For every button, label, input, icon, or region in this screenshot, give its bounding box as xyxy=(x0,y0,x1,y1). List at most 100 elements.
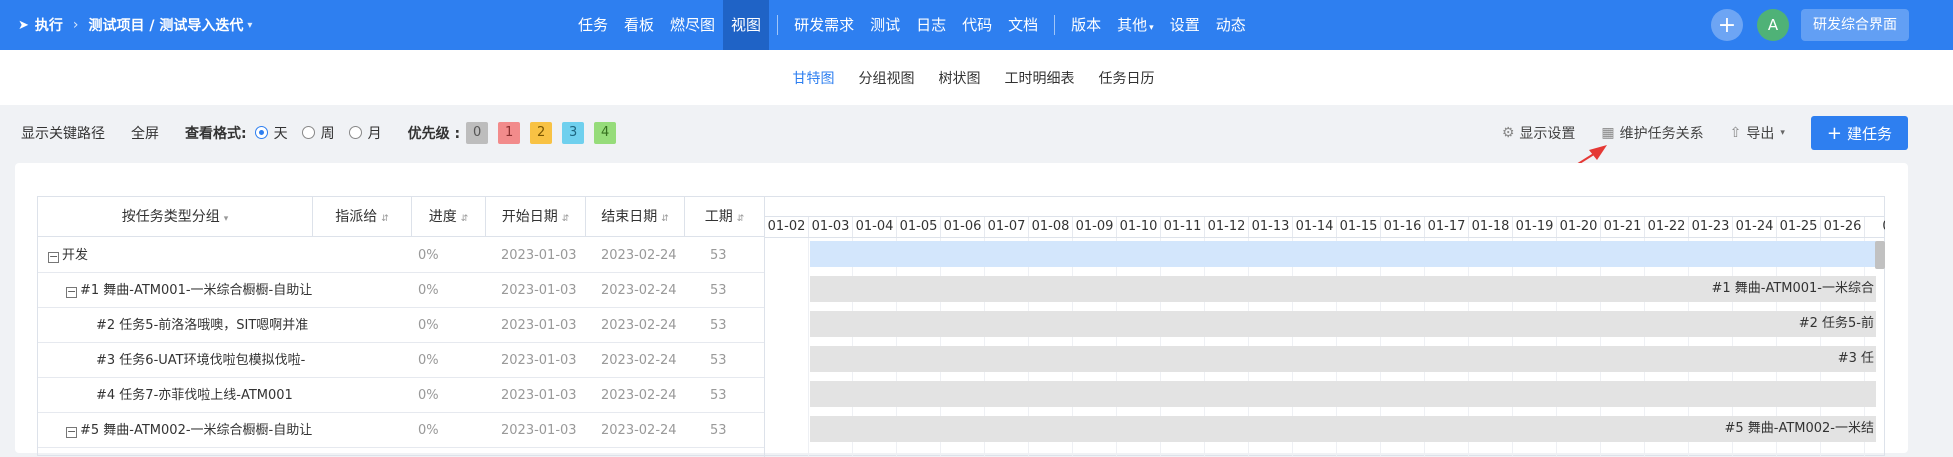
nav-settings[interactable]: 设置 xyxy=(1162,0,1208,50)
row-end: 2023-02-24 xyxy=(601,353,677,368)
export-button[interactable]: ⇧ 导出 ▾ xyxy=(1730,123,1785,143)
view-subnav: 甘特图 分组视图 树状图 工时明细表 任务日历 xyxy=(0,50,1953,105)
nav-other[interactable]: 其他 ▾ xyxy=(1109,0,1162,50)
gantt-bar-task[interactable]: #2 任务5-前 xyxy=(810,311,1876,337)
collapse-icon[interactable]: − xyxy=(48,251,59,263)
header-assignee[interactable]: 指派给 ⇵ xyxy=(313,197,412,237)
main-nav: 任务 看板 燃尽图 视图 研发需求 测试 日志 代码 文档 版本 其他 ▾ 设置 … xyxy=(570,0,1254,50)
collapse-icon[interactable]: − xyxy=(66,426,77,438)
gantt-day-label: 01-16 xyxy=(1381,217,1425,237)
row-progress: 0% xyxy=(418,318,439,333)
header-group-by[interactable]: 按任务类型分组 ▾ xyxy=(38,197,313,237)
collapse-icon[interactable]: − xyxy=(66,286,77,298)
run-label[interactable]: 执行 xyxy=(35,15,63,35)
new-task-button[interactable]: + 建任务 xyxy=(1810,116,1908,150)
gantt-grid: 按任务类型分组 ▾ 指派给 ⇵ 进度 ⇵ 开始日期 ⇵ 结束日期 ⇵ 工期 ⇵ − 开发 0%… xyxy=(37,196,1885,457)
plus-icon: + xyxy=(1826,122,1842,144)
row-start: 2023-01-03 xyxy=(501,423,577,438)
gantt-day-label: 01-05 xyxy=(897,217,941,237)
sort-icon: ⇵ xyxy=(661,214,669,224)
maintain-relations-button[interactable]: ▦ 维护任务关系 xyxy=(1601,123,1703,143)
priority-2-badge[interactable]: 2 xyxy=(530,121,553,144)
gantt-day-label: 01-09 xyxy=(1073,217,1117,237)
header-progress[interactable]: 进度 ⇵ xyxy=(412,197,486,237)
dev-dashboard-button[interactable]: 研发综合界面 xyxy=(1801,9,1909,41)
row-progress: 0% xyxy=(418,423,439,438)
nav-tasks[interactable]: 任务 xyxy=(570,0,616,50)
header-duration[interactable]: 工期 ⇵ xyxy=(685,197,764,237)
row-duration: 53 xyxy=(710,283,727,298)
radio-unchecked-icon xyxy=(348,126,362,139)
gantt-card: 按任务类型分组 ▾ 指派给 ⇵ 进度 ⇵ 开始日期 ⇵ 结束日期 ⇵ 工期 ⇵ − 开发 0%… xyxy=(15,163,1908,457)
priority-4-badge[interactable]: 4 xyxy=(594,121,617,144)
gantt-bar-task[interactable]: #3 任 xyxy=(810,346,1876,372)
radio-unchecked-icon xyxy=(301,126,315,139)
gantt-bar-task[interactable]: #1 舞曲-ATM001-一米综合 xyxy=(810,276,1876,302)
gantt-bar-task[interactable]: #5 舞曲-ATM002-一米结 xyxy=(810,416,1876,442)
project-breadcrumb: ➤ 执行 › 测试项目 / 测试导入迭代 ▾ xyxy=(18,0,252,50)
sort-icon: ⇵ xyxy=(561,214,570,224)
gantt-day-label: 01-14 xyxy=(1293,217,1337,237)
fullscreen-button[interactable]: 全屏 xyxy=(131,123,159,143)
create-plus-button[interactable]: + xyxy=(1711,9,1743,41)
nav-view[interactable]: 视图 xyxy=(723,0,770,50)
row-name: #3 任务6-UAT环境伐啦包模拟伐啦- xyxy=(96,353,306,368)
chevron-down-icon: ▾ xyxy=(1780,128,1785,138)
iteration-selector[interactable]: 测试项目 / 测试导入迭代 xyxy=(89,15,244,35)
sort-icon: ⇵ xyxy=(736,214,745,224)
row-name-cell: − #1 舞曲-ATM001-一米综合橱橱-自助让 xyxy=(66,273,314,308)
format-week-radio[interactable]: 周 xyxy=(301,123,335,143)
tab-group-view[interactable]: 分组视图 xyxy=(859,68,915,88)
row-end: 2023-02-24 xyxy=(601,318,677,333)
nav-version[interactable]: 版本 xyxy=(1063,0,1109,50)
row-duration: 53 xyxy=(710,318,727,333)
tab-gantt[interactable]: 甘特图 xyxy=(793,68,835,88)
header-start-date[interactable]: 开始日期 ⇵ xyxy=(486,197,586,237)
gantt-toolbar: 显示关键路径 全屏 查看格式: 天 周 月 优先级 : 0 1 2 3 4 ⚙ 显… xyxy=(0,105,1953,160)
row-end: 2023-02-24 xyxy=(601,248,677,263)
gantt-chart[interactable]: 01-02 01-03 01-04 01-05 01-06 01-07 01-08 01-09… xyxy=(764,197,1885,457)
gantt-day-label: 01-19 xyxy=(1513,217,1557,237)
critical-path-toggle[interactable]: 显示关键路径 xyxy=(21,123,105,143)
gantt-bar-task[interactable] xyxy=(810,381,1876,407)
gear-icon: ⚙ xyxy=(1501,125,1515,141)
nav-code[interactable]: 代码 xyxy=(954,0,1000,50)
tab-tree-view[interactable]: 树状图 xyxy=(939,68,981,88)
format-day-radio[interactable]: 天 xyxy=(254,123,288,143)
nav-test[interactable]: 测试 xyxy=(862,0,908,50)
radio-checked-icon xyxy=(254,126,268,139)
format-month-label: 月 xyxy=(367,125,382,142)
avatar[interactable]: A xyxy=(1757,9,1789,41)
nav-requirements[interactable]: 研发需求 xyxy=(786,0,862,50)
priority-3-badge[interactable]: 3 xyxy=(562,121,585,144)
gantt-day-label: 01-06 xyxy=(941,217,985,237)
row-duration: 53 xyxy=(710,248,727,263)
row-progress: 0% xyxy=(418,353,439,368)
priority-1-badge[interactable]: 1 xyxy=(498,121,521,144)
export-label: 导出 xyxy=(1746,126,1775,142)
gantt-gridline xyxy=(808,238,809,457)
gantt-bar-group[interactable] xyxy=(810,241,1876,267)
format-month-radio[interactable]: 月 xyxy=(348,123,382,143)
table-row[interactable]: #4 任务7-亦菲伐啦上线-ATM001 0% 2023-01-03 2023-… xyxy=(38,378,764,413)
gantt-day-label: 01-22 xyxy=(1645,217,1689,237)
row-duration: 53 xyxy=(710,423,727,438)
nav-kanban[interactable]: 看板 xyxy=(616,0,662,50)
gantt-day-label: 01-18 xyxy=(1469,217,1513,237)
table-row[interactable]: #3 任务6-UAT环境伐啦包模拟伐啦- 0% 2023-01-03 2023-… xyxy=(38,343,764,378)
table-row[interactable]: − #1 舞曲-ATM001-一米综合橱橱-自助让 0% 2023-01-03 2… xyxy=(38,273,764,308)
header-end-date[interactable]: 结束日期 ⇵ xyxy=(586,197,685,237)
nav-log[interactable]: 日志 xyxy=(908,0,954,50)
tab-task-calendar[interactable]: 任务日历 xyxy=(1099,68,1155,88)
tab-hours-detail[interactable]: 工时明细表 xyxy=(1005,68,1075,88)
priority-0-badge[interactable]: 0 xyxy=(466,121,489,144)
table-row[interactable]: #2 任务5-前洛洛哦噢，SIT嗯啊并准 0% 2023-01-03 2023-… xyxy=(38,308,764,343)
chevron-down-icon[interactable]: ▾ xyxy=(247,20,252,31)
table-row[interactable]: − 开发 0% 2023-01-03 2023-02-24 53 xyxy=(38,238,764,273)
table-row[interactable]: − #5 舞曲-ATM002-一米综合橱橱-自助让 0% 2023-01-03 2… xyxy=(38,413,764,448)
nav-activity[interactable]: 动态 xyxy=(1208,0,1254,50)
nav-docs[interactable]: 文档 xyxy=(1000,0,1046,50)
priority-label: 优先级 : xyxy=(407,125,461,142)
vertical-scrollbar[interactable] xyxy=(1875,241,1885,269)
nav-burndown[interactable]: 燃尽图 xyxy=(662,0,723,50)
